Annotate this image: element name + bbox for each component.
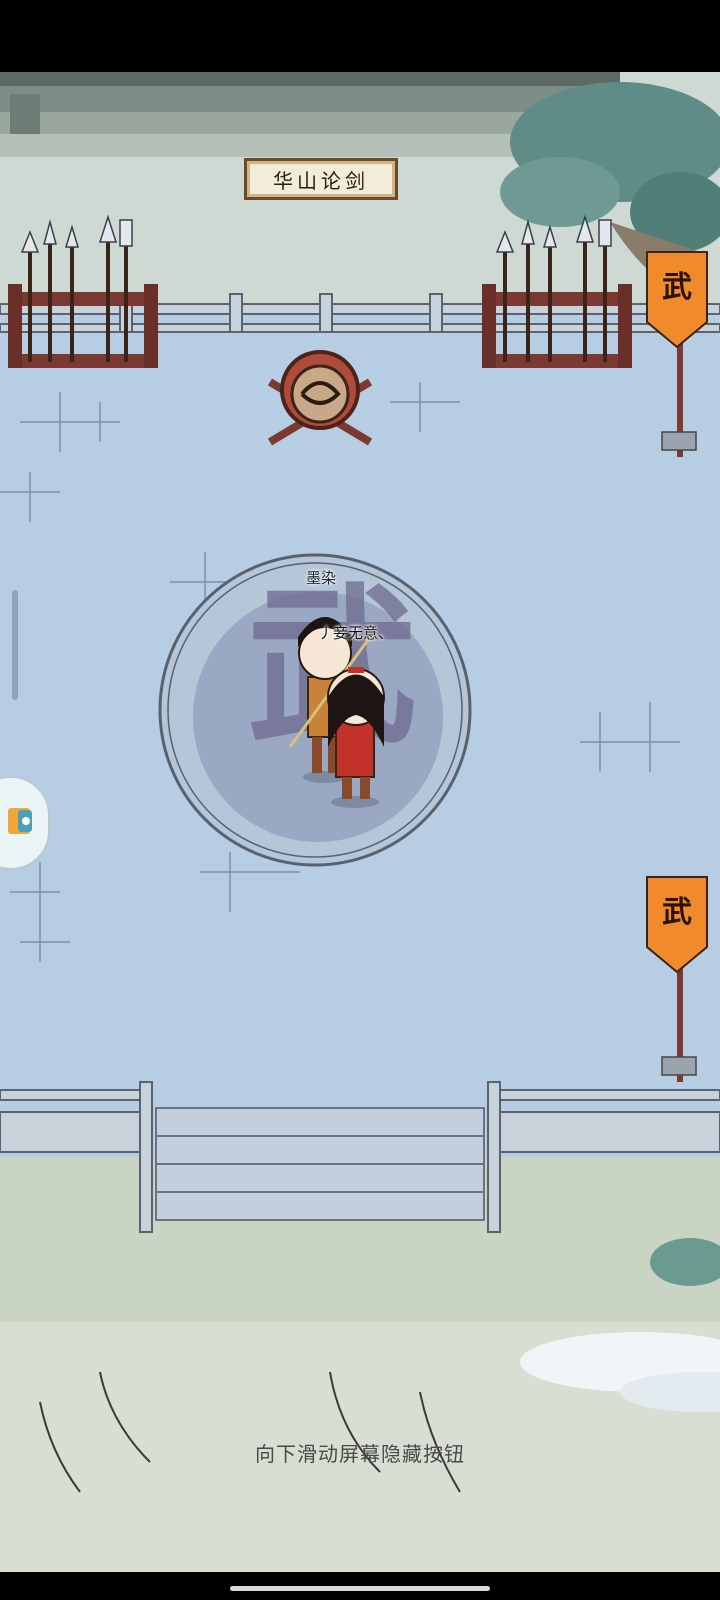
banner-char-bottom: 武: [662, 895, 692, 930]
npc-name-label: 墨染: [305, 569, 336, 587]
arena-sign: 华山论剑: [244, 158, 398, 200]
banner-char-top: 武: [662, 270, 692, 305]
side-float-button[interactable]: [0, 776, 50, 870]
side-drag-handle[interactable]: [12, 590, 18, 700]
stairs: [155, 1107, 485, 1221]
home-indicator[interactable]: [230, 1586, 490, 1591]
hide-buttons-hint: 向下滑动屏幕隐藏按钮: [255, 1442, 465, 1466]
player-name-label: 丿妾无意、: [318, 624, 394, 642]
character-qie[interactable]: [327, 667, 385, 808]
game-center-icon: [8, 808, 32, 834]
arena-scene[interactable]: 华山论剑 武 武 武 墨染 丿妾无意、: [0, 72, 720, 1572]
sign-text: 华山论剑: [273, 168, 369, 193]
